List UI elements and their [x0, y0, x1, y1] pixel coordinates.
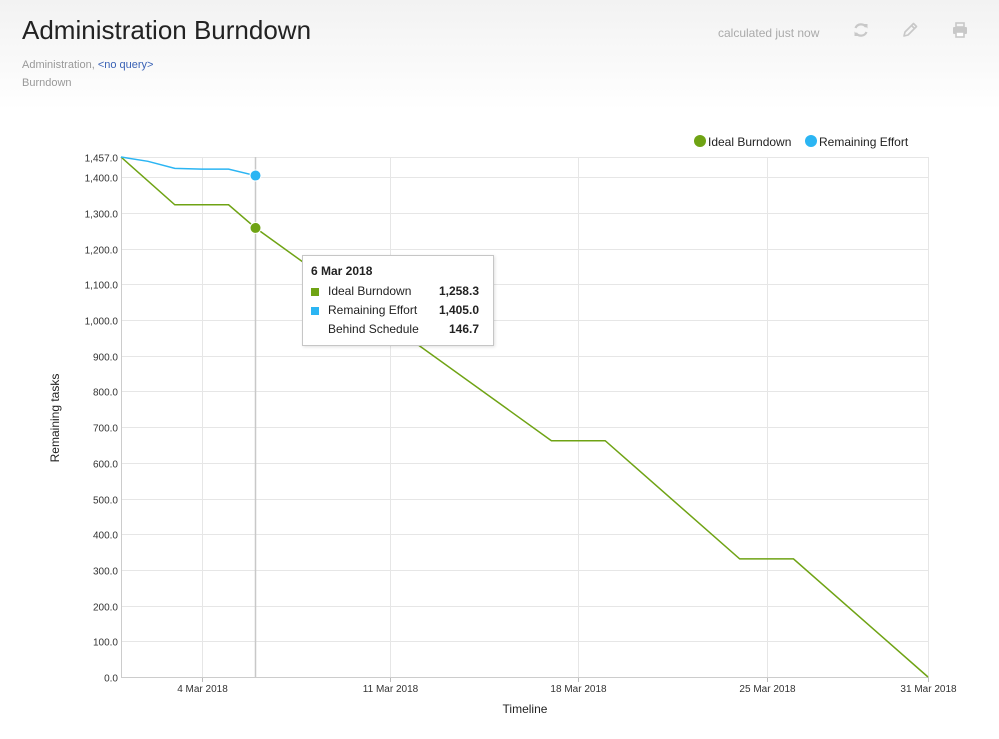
- y-tick-label: 200.0: [93, 603, 118, 614]
- y-tick-label: 500.0: [93, 496, 118, 507]
- x-tick-label: 25 Mar 2018: [739, 684, 796, 695]
- remaining-effort-line: [120, 156, 256, 177]
- y-tick-label: 900.0: [93, 353, 118, 364]
- y-tick-label: 400.0: [93, 531, 118, 542]
- tooltip-value: 1,258.3: [438, 284, 479, 298]
- tooltip-label: Ideal Burndown: [328, 284, 412, 298]
- x-tick-label: 31 Mar 2018: [900, 684, 957, 695]
- tooltip-value: 146.7: [448, 322, 479, 336]
- x-axis-label: Timeline: [503, 702, 548, 716]
- y-axis-label: Remaining tasks: [48, 374, 62, 463]
- legend-marker: [694, 135, 706, 147]
- y-tick-label: 300.0: [93, 567, 118, 578]
- y-tick-label: 100.0: [93, 638, 118, 649]
- legend-label: Ideal Burndown: [708, 135, 791, 149]
- tooltip-label: Behind Schedule: [328, 322, 419, 336]
- tooltip: 6 Mar 2018 Ideal Burndown 1,258.3 Remain…: [302, 255, 494, 346]
- tooltip-row-behind: Behind Schedule 146.7: [311, 322, 487, 338]
- tooltip-value: 1,405.0: [438, 303, 479, 317]
- legend-marker: [805, 135, 817, 147]
- tooltip-row-remaining: Remaining Effort 1,405.0: [311, 303, 487, 319]
- legend-label: Remaining Effort: [819, 135, 909, 149]
- legend-item-remaining[interactable]: Remaining Effort: [805, 135, 909, 149]
- tooltip-row-ideal: Ideal Burndown 1,258.3: [311, 284, 487, 300]
- legend[interactable]: Ideal Burndown Remaining Effort: [694, 135, 909, 149]
- y-tick-label: 0.0: [104, 674, 118, 685]
- y-tick-label: 1,400.0: [85, 174, 119, 185]
- remaining-swatch: [311, 307, 319, 315]
- y-tick-label: 700.0: [93, 424, 118, 435]
- y-tick-label: 1,100.0: [85, 281, 119, 292]
- x-tick-label: 4 Mar 2018: [177, 684, 228, 695]
- tooltip-date: 6 Mar 2018: [311, 264, 373, 278]
- series-lines: [120, 156, 929, 678]
- ideal-burndown-line: [120, 156, 929, 678]
- ideal-hover-marker: [249, 221, 262, 234]
- y-tick-label: 1,457.0: [85, 154, 119, 165]
- y-tick-label: 1,200.0: [85, 246, 119, 257]
- axes: 0.0 100.0 200.0 300.0 400.0 500.0 600.0 700.0 80…: [85, 154, 957, 696]
- remaining-hover-marker: [249, 169, 262, 182]
- x-tick-label: 18 Mar 2018: [550, 684, 607, 695]
- ideal-swatch: [311, 288, 319, 296]
- y-tick-label: 1,300.0: [85, 210, 119, 221]
- y-tick-label: 800.0: [93, 388, 118, 399]
- legend-item-ideal[interactable]: Ideal Burndown: [694, 135, 791, 149]
- burndown-chart: 0.0 100.0 200.0 300.0 400.0 500.0 600.0 700.0 80…: [48, 135, 957, 716]
- x-tick-label: 11 Mar 2018: [363, 684, 419, 695]
- grid-lines: [121, 157, 929, 678]
- y-tick-label: 600.0: [93, 460, 118, 471]
- tooltip-label: Remaining Effort: [328, 303, 418, 317]
- y-tick-label: 1,000.0: [85, 317, 119, 328]
